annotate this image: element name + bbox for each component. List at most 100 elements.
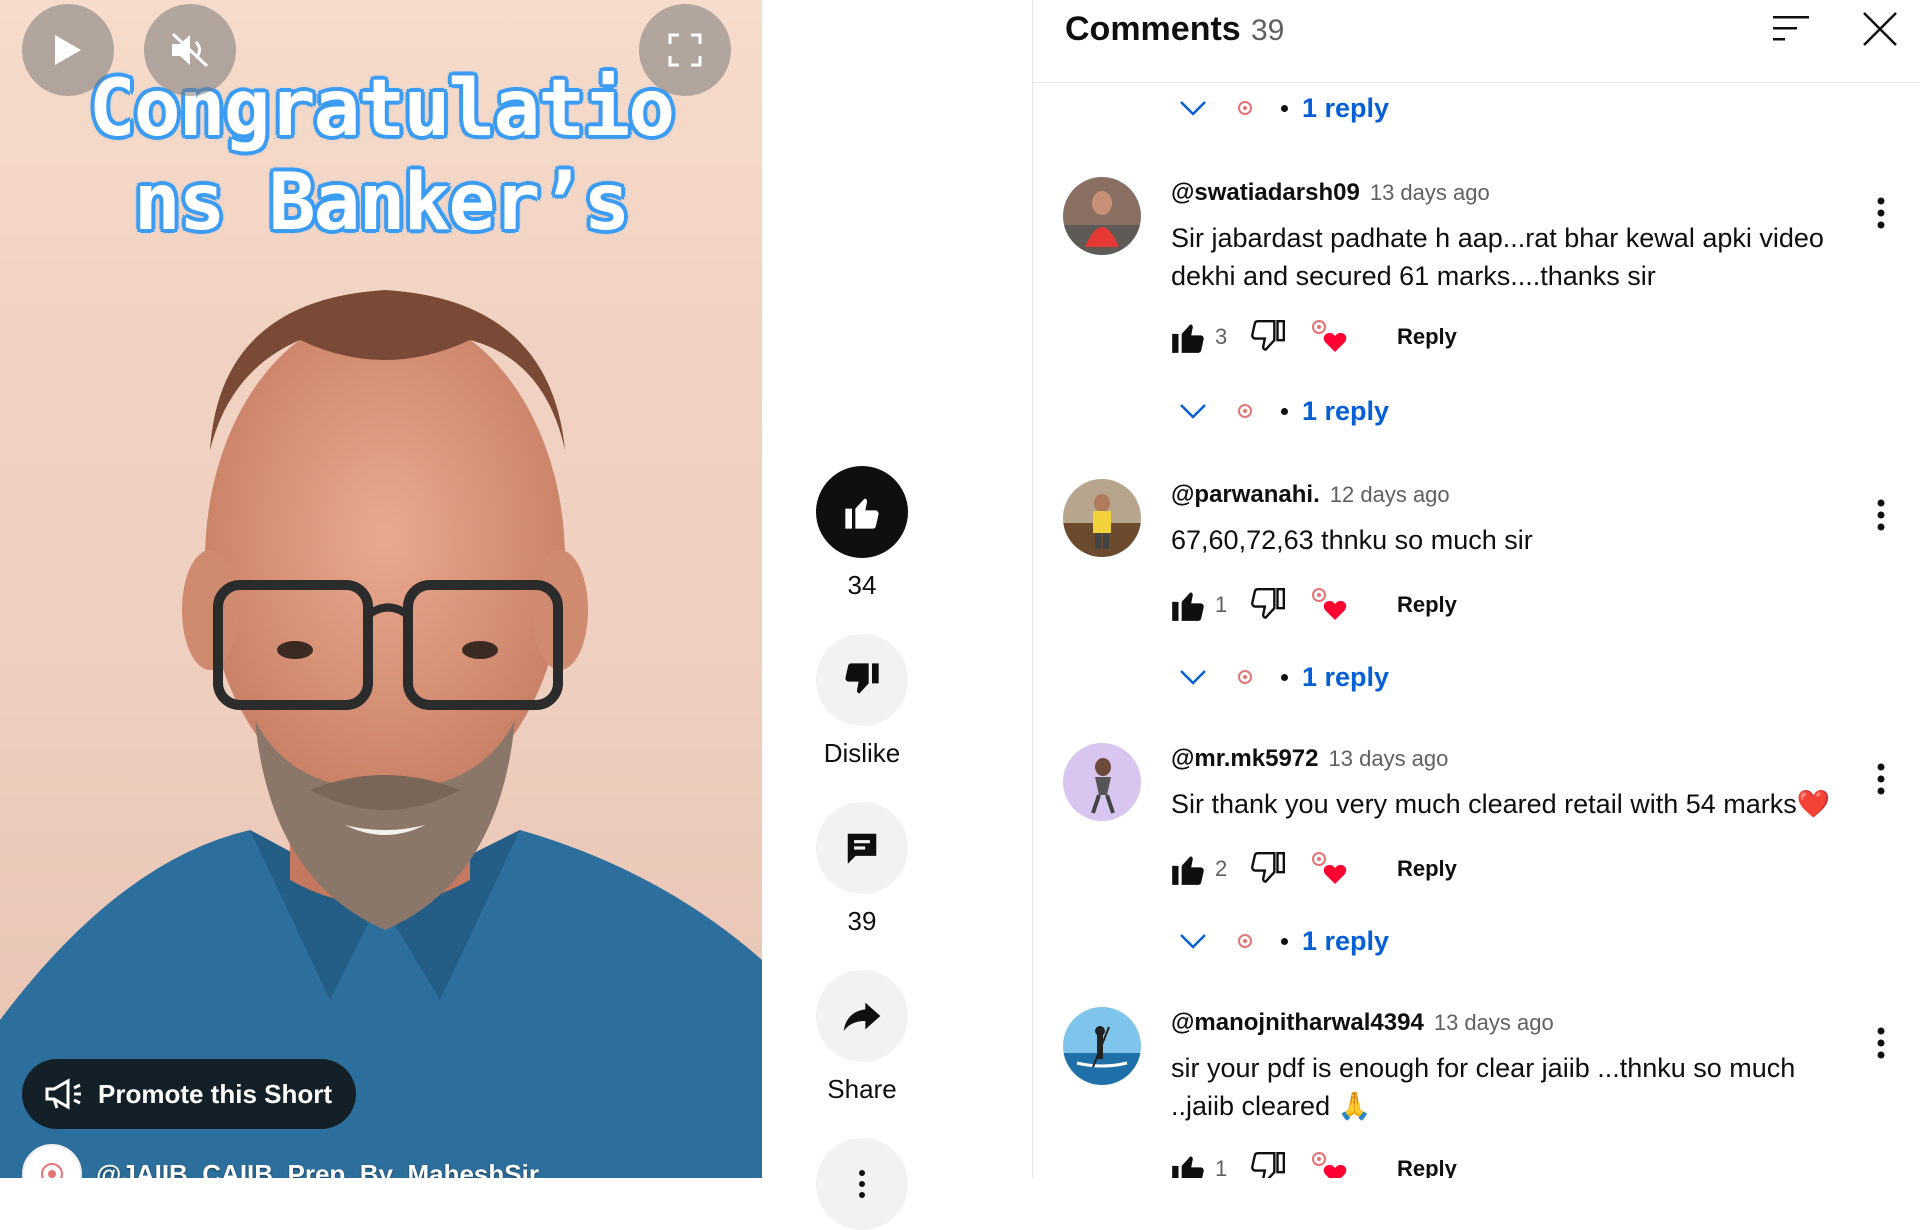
comments-header: Comments 39 [1033, 0, 1920, 83]
bullet-dot [1281, 407, 1288, 415]
share-action: Share [762, 970, 962, 1105]
like-count: 34 [847, 570, 877, 600]
thumbs-down-icon[interactable] [1249, 1150, 1287, 1178]
comment-count: 39 [847, 906, 877, 936]
chevron-down-icon [1180, 670, 1206, 685]
comment-time[interactable]: 13 days ago [1329, 746, 1449, 772]
comment-time[interactable]: 13 days ago [1370, 180, 1490, 206]
like-count: 2 [1215, 856, 1228, 881]
avatar[interactable] [1063, 743, 1141, 821]
thumbs-down-icon[interactable] [1249, 586, 1287, 624]
replies-toggle[interactable]: 1 reply [1173, 391, 1389, 431]
comment-actions: 2 Reply [1169, 847, 1457, 891]
like-action: 34 [762, 466, 962, 601]
pray-emoji: 🙏 [1337, 1091, 1372, 1121]
share-button[interactable] [816, 970, 908, 1062]
more-vert-icon[interactable] [1877, 1027, 1885, 1059]
replies-toggle[interactable]: 1 reply [1173, 657, 1389, 697]
replies-toggle[interactable]: 1 reply [1173, 88, 1389, 128]
comments-panel: Comments 39 1 reply @swatiadarsh09 13 da… [1032, 0, 1920, 1178]
channel-avatar[interactable] [22, 1144, 82, 1178]
shorts-video-player[interactable]: Congratulatio ns Banker’s Promote this S… [0, 0, 762, 1178]
creator-mini-avatar [1231, 663, 1259, 691]
channel-logo-icon [1238, 934, 1252, 948]
avatar[interactable] [1063, 479, 1141, 557]
heart-icon [1323, 864, 1347, 884]
replies-link[interactable]: 1 reply [1302, 926, 1389, 957]
channel-logo-icon [41, 1163, 63, 1178]
replies-link[interactable]: 1 reply [1302, 93, 1389, 124]
reply-button[interactable]: Reply [1397, 592, 1457, 618]
megaphone-icon [45, 1078, 81, 1110]
thumbs-down-icon[interactable] [1249, 318, 1287, 356]
replies-link[interactable]: 1 reply [1302, 662, 1389, 693]
fullscreen-icon [668, 33, 702, 67]
thumbs-up-icon [845, 498, 879, 529]
chevron-down-icon [1180, 101, 1206, 116]
heart-icon [1323, 600, 1347, 620]
fullscreen-button[interactable] [639, 4, 731, 96]
comment-actions: 3 Reply [1169, 315, 1457, 359]
more-vert-icon[interactable] [1877, 499, 1885, 531]
comment-author[interactable]: @parwanahi. [1171, 481, 1320, 509]
action-bar: 34 Dislike 39 Share [762, 0, 1032, 1230]
replies-link[interactable]: 1 reply [1302, 396, 1389, 427]
more-vert-icon [859, 1170, 865, 1198]
thumbs-up-icon[interactable] [1169, 586, 1207, 624]
comment-actions: 1 Reply [1169, 1147, 1457, 1178]
more-vert-icon[interactable] [1877, 197, 1885, 229]
creator-heart [1309, 317, 1349, 357]
share-icon [843, 1002, 881, 1031]
share-label: Share [827, 1074, 897, 1104]
thumbs-up-icon[interactable] [1169, 850, 1207, 888]
dislike-button[interactable] [816, 634, 908, 726]
more-action [762, 1138, 962, 1230]
comment-text: Sir jabardast padhate h aap...rat bhar k… [1171, 223, 1824, 291]
comment-text-body: sir your pdf is enough for clear jaiib .… [1171, 1053, 1796, 1121]
comment-time[interactable]: 12 days ago [1330, 482, 1450, 508]
sort-icon[interactable] [1771, 12, 1811, 44]
comment-icon [847, 833, 877, 864]
dislike-label: Dislike [823, 738, 901, 768]
channel-row[interactable]: @JAIIB_CAIIB_Prep_By_MaheshSir [22, 1144, 539, 1178]
channel-logo-icon [1238, 404, 1252, 418]
thumbs-up-icon[interactable] [1169, 1150, 1207, 1178]
channel-name[interactable]: @JAIIB_CAIIB_Prep_By_MaheshSir [96, 1159, 539, 1179]
dislike-action: Dislike [762, 634, 962, 769]
promote-label: Promote this Short [98, 1078, 333, 1109]
more-button[interactable] [816, 1138, 908, 1230]
like-button[interactable] [816, 466, 908, 558]
creator-heart [1309, 585, 1349, 625]
more-vert-icon[interactable] [1877, 763, 1885, 795]
comment-author[interactable]: @manojnitharwal4394 [1171, 1009, 1424, 1037]
creator-heart [1309, 849, 1349, 889]
avatar[interactable] [1063, 1007, 1141, 1085]
bullet-dot [1281, 104, 1288, 112]
comment-author[interactable]: @swatiadarsh09 [1171, 179, 1360, 207]
comment-actions: 1 Reply [1169, 583, 1457, 627]
like-count: 3 [1215, 324, 1228, 349]
bullet-dot [1281, 937, 1288, 945]
play-button[interactable] [22, 4, 114, 96]
comments-title: Comments [1065, 10, 1241, 48]
channel-logo-icon [1238, 670, 1252, 684]
thumbs-down-icon [845, 663, 879, 694]
like-count: 1 [1215, 592, 1228, 617]
replies-toggle[interactable]: 1 reply [1173, 921, 1389, 961]
reply-button[interactable]: Reply [1397, 324, 1457, 350]
mute-button[interactable] [144, 4, 236, 96]
reply-button[interactable]: Reply [1397, 856, 1457, 882]
creator-mini-avatar [1231, 397, 1259, 425]
promote-short-button[interactable]: Promote this Short [22, 1059, 356, 1129]
comments-button[interactable] [816, 802, 908, 894]
heart-emoji: ❤️ [1796, 789, 1831, 819]
comment-time[interactable]: 13 days ago [1434, 1010, 1554, 1036]
thumbs-down-icon[interactable] [1249, 850, 1287, 888]
thumbs-up-icon[interactable] [1169, 318, 1207, 356]
comment-author[interactable]: @mr.mk5972 [1171, 745, 1319, 773]
play-icon [55, 35, 81, 65]
avatar[interactable] [1063, 177, 1141, 255]
reply-button[interactable]: Reply [1397, 1156, 1457, 1178]
bullet-dot [1281, 673, 1288, 681]
close-icon[interactable] [1861, 10, 1899, 48]
